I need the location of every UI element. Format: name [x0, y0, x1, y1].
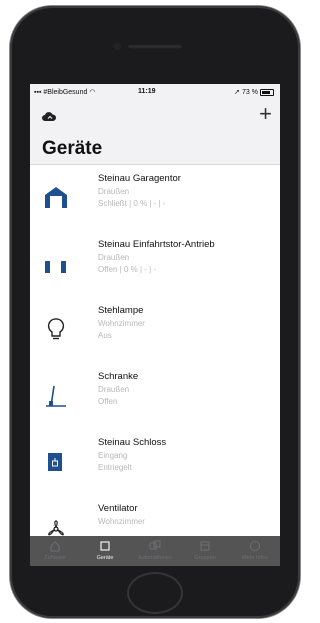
- device-name: Schranke: [98, 371, 139, 382]
- front-camera: [114, 43, 121, 50]
- device-location: Wohnzimmer: [98, 517, 145, 526]
- device-item-gate[interactable]: Steinau Einfahrtstor-Antrieb Draußen Off…: [30, 239, 280, 303]
- app-screen: ▪▪▪ #BleibGesund ◠ 11:19 ➚ 73 % + Geräte: [30, 84, 280, 566]
- device-name: Steinau Einfahrtstor-Antrieb: [98, 239, 215, 250]
- tab-label: Mehr Infos: [242, 555, 268, 561]
- tab-label: Gruppen: [194, 555, 216, 561]
- cloud-icon[interactable]: [42, 112, 56, 121]
- device-location: Eingang: [98, 451, 128, 460]
- lightbulb-icon: [47, 318, 65, 340]
- device-name: Ventilator: [98, 503, 138, 514]
- tab-automationen[interactable]: Automationen: [130, 536, 180, 566]
- location-icon: ➚: [234, 89, 241, 96]
- device-square-icon: [100, 541, 110, 551]
- tab-label: Geräte: [96, 555, 114, 561]
- home-button[interactable]: [127, 572, 183, 614]
- battery-icon: [260, 88, 274, 96]
- device-location: Draußen: [98, 253, 130, 262]
- automation-icon: [149, 540, 161, 550]
- device-item-garage[interactable]: Steinau Garagentor Draußen Schließt | 0 …: [30, 173, 280, 237]
- device-item-lock[interactable]: Steinau Schloss Eingang Entriegelt: [30, 437, 280, 501]
- device-location: Draußen: [98, 187, 130, 196]
- device-location: Draußen: [98, 385, 130, 394]
- battery-percent: 73 %: [242, 88, 258, 96]
- tab-gruppen[interactable]: Gruppen: [180, 536, 230, 566]
- device-status: Entriegelt: [98, 463, 132, 472]
- info-circle-icon: [250, 541, 260, 551]
- gate-icon: [45, 261, 66, 273]
- navigation-bar: + Geräte: [30, 100, 280, 165]
- clock: 11:19: [138, 88, 156, 95]
- wifi-icon: ◠: [87, 89, 96, 96]
- page-title: Geräte: [42, 138, 103, 159]
- device-status: Offen | 0 % | - | -: [98, 265, 157, 274]
- garage-icon: [45, 187, 67, 208]
- device-status: Offen: [98, 397, 118, 406]
- earpiece-speaker: [127, 44, 183, 49]
- device-name: Stehlampe: [98, 305, 144, 316]
- signal-icon: ▪▪▪: [34, 89, 44, 96]
- groups-icon: [200, 541, 210, 551]
- device-item-lamp[interactable]: Stehlampe Wohnzimmer Aus: [30, 305, 280, 369]
- barrier-icon: [46, 385, 66, 407]
- carrier-name: #BleibGesund: [43, 89, 88, 96]
- carrier-label: ▪▪▪ #BleibGesund ◠: [34, 88, 95, 96]
- device-name: Steinau Garagentor: [98, 173, 181, 184]
- device-status: Aus: [98, 331, 112, 340]
- tab-zuhause[interactable]: Zuhause: [30, 536, 80, 566]
- home-icon: [50, 541, 60, 552]
- device-location: Wohnzimmer: [98, 319, 145, 328]
- tab-mehr-infos[interactable]: Mehr Infos: [230, 536, 280, 566]
- lock-icon: [48, 453, 62, 471]
- tab-label: Zuhause: [44, 555, 66, 561]
- phone-frame: ▪▪▪ #BleibGesund ◠ 11:19 ➚ 73 % + Geräte: [10, 6, 300, 618]
- tab-bar: Zuhause Geräte Automationen Gruppen Mehr…: [30, 536, 280, 566]
- device-status: Schließt | 0 % | - | -: [98, 199, 166, 208]
- tab-geraete[interactable]: Geräte: [80, 536, 130, 566]
- device-item-barrier[interactable]: Schranke Draußen Offen: [30, 371, 280, 435]
- status-bar: ▪▪▪ #BleibGesund ◠ 11:19 ➚ 73 %: [30, 84, 280, 100]
- add-device-button[interactable]: +: [259, 103, 272, 125]
- device-name: Steinau Schloss: [98, 437, 167, 448]
- status-right: ➚ 73 %: [234, 88, 274, 96]
- tab-label: Automationen: [138, 555, 172, 561]
